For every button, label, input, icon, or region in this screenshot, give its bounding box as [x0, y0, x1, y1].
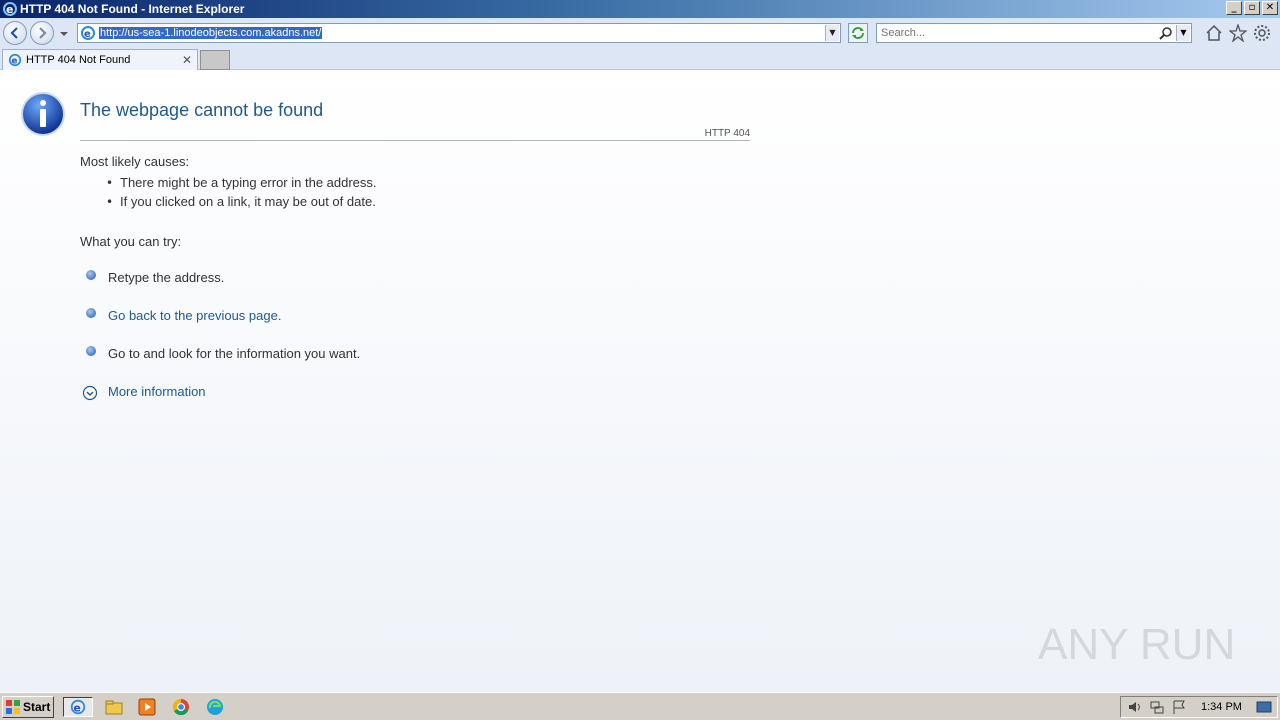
search-box[interactable]: ▼ [876, 23, 1192, 43]
bullet-icon [86, 270, 96, 280]
search-dropdown-button[interactable]: ▼ [1176, 25, 1190, 41]
recent-pages-dropdown-icon[interactable] [60, 30, 68, 38]
svg-text:e: e [12, 57, 18, 67]
taskbar-internet-explorer[interactable]: e [63, 697, 93, 717]
system-tray: 1:34 PM [1120, 696, 1278, 718]
try-title: What you can try: [80, 234, 182, 249]
gear-icon[interactable] [1253, 24, 1271, 42]
taskbar: Start e 1:34 PM [0, 692, 1280, 720]
refresh-button[interactable] [848, 23, 868, 43]
clock[interactable]: 1:34 PM [1201, 701, 1242, 713]
close-window-button[interactable]: ✕ [1262, 1, 1278, 15]
forward-button[interactable] [30, 21, 54, 45]
page-title: The webpage cannot be found [80, 100, 324, 120]
edge-icon[interactable] [205, 697, 225, 717]
svg-text:e: e [74, 702, 81, 715]
go-back-link[interactable]: Go back to the previous page. [108, 308, 281, 323]
minimize-button[interactable]: _ [1226, 1, 1242, 15]
try-item-retype: Retype the address. [108, 270, 225, 285]
windows-logo-icon [6, 700, 20, 714]
watermark-text: ANY RUN [1038, 620, 1235, 669]
anyrun-watermark: ANY RUN [1038, 620, 1235, 669]
divider [80, 140, 750, 141]
more-information-link[interactable]: More information [108, 384, 206, 399]
error-code: HTTP 404 [704, 128, 750, 139]
new-tab-button[interactable] [200, 50, 230, 70]
causes-title: Most likely causes: [80, 154, 190, 169]
info-icon [21, 92, 65, 136]
tab-label: HTTP 404 Not Found [26, 54, 131, 66]
address-dropdown-button[interactable]: ▼ [825, 25, 839, 41]
maximize-button[interactable]: ▫ [1244, 1, 1260, 15]
action-center-flag-icon[interactable] [1171, 699, 1187, 715]
page-content: The webpage cannot be found HTTP 404 Mos… [0, 70, 1280, 692]
expand-chevron-icon[interactable] [82, 385, 98, 401]
media-player-icon[interactable] [137, 697, 157, 717]
bullet: • [106, 195, 114, 209]
home-icon[interactable] [1205, 24, 1223, 42]
bullet-icon [86, 308, 96, 318]
page-ie-icon: e [81, 26, 95, 40]
title-bar: e HTTP 404 Not Found - Internet Explorer… [0, 0, 1280, 18]
bullet: • [106, 176, 114, 190]
tab-http-404[interactable]: e HTTP 404 Not Found ✕ [2, 49, 198, 70]
forward-arrow-icon [39, 27, 47, 39]
search-input[interactable] [881, 27, 1151, 39]
back-button[interactable] [3, 21, 27, 45]
navigation-toolbar: e http://us-sea-1.linodeobjects.com.akad… [0, 18, 1280, 48]
svg-text:e: e [6, 3, 13, 16]
address-url[interactable]: http://us-sea-1.linodeobjects.com.akadns… [99, 27, 323, 39]
start-button[interactable]: Start [2, 696, 54, 718]
address-bar[interactable]: e http://us-sea-1.linodeobjects.com.akad… [77, 23, 841, 43]
back-arrow-icon [10, 27, 18, 39]
tab-bar: e HTTP 404 Not Found ✕ [0, 48, 1280, 70]
chrome-icon[interactable] [171, 697, 191, 717]
search-icon[interactable] [1159, 26, 1173, 40]
window-title: HTTP 404 Not Found - Internet Explorer [20, 2, 245, 16]
cause-item: There might be a typing error in the add… [120, 175, 377, 190]
tab-ie-icon: e [8, 53, 22, 67]
try-item-goto: Go to and look for the information you w… [108, 346, 361, 361]
file-explorer-icon[interactable] [104, 697, 124, 717]
internet-explorer-icon: e [3, 2, 17, 16]
refresh-icon [852, 27, 864, 39]
svg-text:e: e [84, 29, 91, 40]
close-tab-icon[interactable]: ✕ [182, 53, 192, 67]
start-label: Start [23, 700, 51, 714]
favorites-star-icon[interactable] [1229, 24, 1247, 42]
show-desktop-icon[interactable] [1256, 699, 1272, 715]
internet-explorer-icon: e [70, 699, 86, 715]
volume-icon[interactable] [1127, 699, 1143, 715]
network-icon[interactable] [1149, 699, 1165, 715]
cause-item: If you clicked on a link, it may be out … [120, 194, 376, 209]
bullet-icon [86, 346, 96, 356]
